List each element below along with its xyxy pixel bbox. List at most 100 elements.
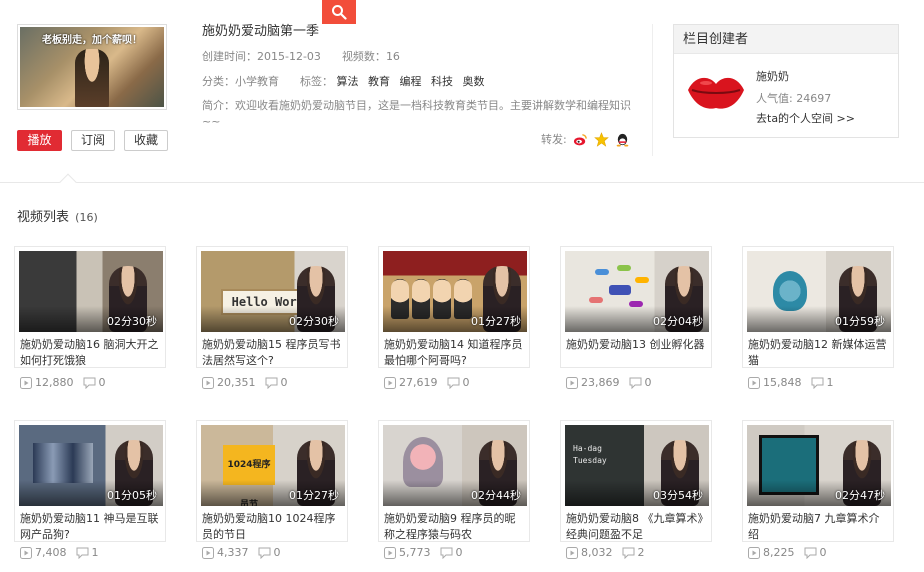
category-value[interactable]: 小学教育 [235, 75, 279, 88]
creator-space-link[interactable]: 去ta的个人空间 >> [756, 110, 855, 126]
view-count: 5,773 [399, 546, 431, 559]
cover-image: 老板别走，加个薪呗！ [20, 27, 164, 107]
subscribe-button[interactable]: 订阅 [71, 130, 116, 151]
video-stats: 23,869 0 [566, 376, 652, 389]
comment-count: 0 [644, 376, 652, 389]
view-count: 15,848 [763, 376, 802, 389]
category-label: 分类： [202, 75, 235, 88]
team-photo [33, 443, 93, 483]
video-title[interactable]: 施奶奶爱动脑12 新媒体运营猫 [748, 337, 890, 369]
video-thumbnail: 01分59秒 [747, 251, 891, 332]
video-stats: 8,032 2 [566, 546, 645, 559]
comment-count: 0 [462, 376, 470, 389]
play-count-icon [202, 376, 214, 389]
video-title[interactable]: 施奶奶爱动脑8 《九章算术》经典问题盈不足 [566, 511, 708, 543]
video-title[interactable]: 施奶奶爱动脑13 创业孵化器 [566, 337, 708, 369]
divider [652, 24, 653, 156]
qq-icon[interactable] [615, 132, 630, 147]
view-count: 4,337 [217, 546, 249, 559]
video-stats: 12,880 0 [20, 376, 106, 389]
video-duration: 01分05秒 [107, 489, 157, 502]
series-cover[interactable]: 老板别走，加个薪呗！ [17, 24, 167, 110]
video-thumbnail: 02分04秒 [565, 251, 709, 332]
video-thumbnail: 01分05秒 [19, 425, 163, 506]
video-card[interactable]: 02分04秒 施奶奶爱动脑13 创业孵化器 [560, 246, 712, 368]
video-card[interactable]: 02分30秒 施奶奶爱动脑16 脑洞大开之如何打死饿狼 [14, 246, 166, 368]
video-card[interactable]: 01分05秒 施奶奶爱动脑11 神马是互联网产品狗? [14, 420, 166, 542]
creator-heading: 栏目创建者 [674, 25, 898, 54]
creator-panel: 栏目创建者 施奶奶 人气值: 24697 去ta的个人空间 >> [673, 24, 899, 138]
tag-link[interactable]: 教育 [368, 75, 390, 88]
creator-name[interactable]: 施奶奶 [756, 68, 789, 84]
popularity-value: 24697 [796, 92, 832, 105]
created-value: 2015-12-03 [257, 50, 321, 63]
comment-count: 0 [280, 376, 288, 389]
meta-line: 创建时间：2015-12-03 视频数：16 [202, 48, 642, 64]
video-thumbnail: 02分30秒 [19, 251, 163, 332]
play-button[interactable]: 播放 [17, 130, 62, 151]
comment-count: 0 [455, 546, 463, 559]
star-icon[interactable] [593, 131, 609, 147]
section-divider [0, 182, 924, 183]
tag-link[interactable]: 科技 [431, 75, 453, 88]
share-label: 转发: [541, 133, 567, 146]
video-card[interactable]: Hello World! 02分30秒 施奶奶爱动脑15 程序员写书法居然写这个… [196, 246, 348, 368]
video-card[interactable]: 01分27秒 施奶奶爱动脑14 知道程序员最怕哪个阿哥吗? [378, 246, 530, 368]
play-count-icon [384, 546, 396, 559]
created-label: 创建时间： [202, 50, 257, 63]
search-icon [332, 5, 347, 20]
video-stats: 4,337 0 [202, 546, 281, 559]
tags-label: 标签： [300, 75, 333, 88]
video-title[interactable]: 施奶奶爱动脑10 1024程序员的节日 [202, 511, 344, 543]
comment-icon [440, 547, 452, 559]
video-stats: 15,848 1 [748, 376, 834, 389]
view-count: 12,880 [35, 376, 74, 389]
play-count-icon [748, 546, 760, 559]
comment-count: 1 [826, 376, 834, 389]
comment-icon [622, 547, 634, 559]
video-card[interactable]: 02分47秒 施奶奶爱动脑7 九章算术介绍 [742, 420, 894, 542]
video-thumbnail: 02分47秒 [747, 425, 891, 506]
video-stats: 20,351 0 [202, 376, 288, 389]
video-title[interactable]: 施奶奶爱动脑11 神马是互联网产品狗? [20, 511, 162, 543]
video-title[interactable]: 施奶奶爱动脑14 知道程序员最怕哪个阿哥吗? [384, 337, 526, 369]
list-title-text: 视频列表 [17, 210, 70, 225]
creator-popularity: 人气值: 24697 [756, 90, 831, 106]
video-card[interactable]: 1024程序员节 01分27秒 施奶奶爱动脑10 1024程序员的节日 [196, 420, 348, 542]
comment-icon [811, 377, 823, 389]
cover-figure [75, 49, 109, 107]
video-duration: 01分27秒 [471, 315, 521, 328]
video-duration: 01分27秒 [289, 489, 339, 502]
play-count-icon [202, 546, 214, 559]
view-count: 8,032 [581, 546, 613, 559]
video-card[interactable]: 01分59秒 施奶奶爱动脑12 新媒体运营猫 [742, 246, 894, 368]
creator-avatar[interactable] [686, 72, 746, 112]
weibo-icon[interactable] [573, 132, 588, 147]
view-count: 27,619 [399, 376, 438, 389]
video-title[interactable]: 施奶奶爱动脑15 程序员写书法居然写这个? [202, 337, 344, 369]
view-count: 7,408 [35, 546, 67, 559]
video-title[interactable]: 施奶奶爱动脑9 程序员的昵称之程序猿与码农 [384, 511, 526, 543]
video-thumbnail: Ha-dag Tuesday 03分54秒 [565, 425, 709, 506]
divider-notch [59, 173, 77, 191]
video-duration: 02分30秒 [289, 315, 339, 328]
list-count: (16) [75, 211, 98, 224]
video-stats: 8,225 0 [748, 546, 827, 559]
video-card[interactable]: Ha-dag Tuesday 03分54秒 施奶奶爱动脑8 《九章算术》经典问题… [560, 420, 712, 542]
favorite-button[interactable]: 收藏 [124, 130, 169, 151]
video-duration: 02分44秒 [471, 489, 521, 502]
tag-link[interactable]: 奥数 [463, 75, 485, 88]
tag-link[interactable]: 编程 [400, 75, 422, 88]
video-stats: 7,408 1 [20, 546, 99, 559]
play-count-icon [748, 376, 760, 389]
video-title[interactable]: 施奶奶爱动脑16 脑洞大开之如何打死饿狼 [20, 337, 162, 369]
tag-link[interactable]: 算法 [337, 75, 359, 88]
comment-icon [804, 547, 816, 559]
video-title[interactable]: 施奶奶爱动脑7 九章算术介绍 [748, 511, 890, 543]
comment-count: 1 [91, 546, 99, 559]
view-count: 23,869 [581, 376, 620, 389]
action-row: 播放 订阅 收藏 [17, 130, 169, 151]
comment-count: 0 [819, 546, 827, 559]
video-card[interactable]: 02分44秒 施奶奶爱动脑9 程序员的昵称之程序猿与码农 [378, 420, 530, 542]
comment-icon [76, 547, 88, 559]
